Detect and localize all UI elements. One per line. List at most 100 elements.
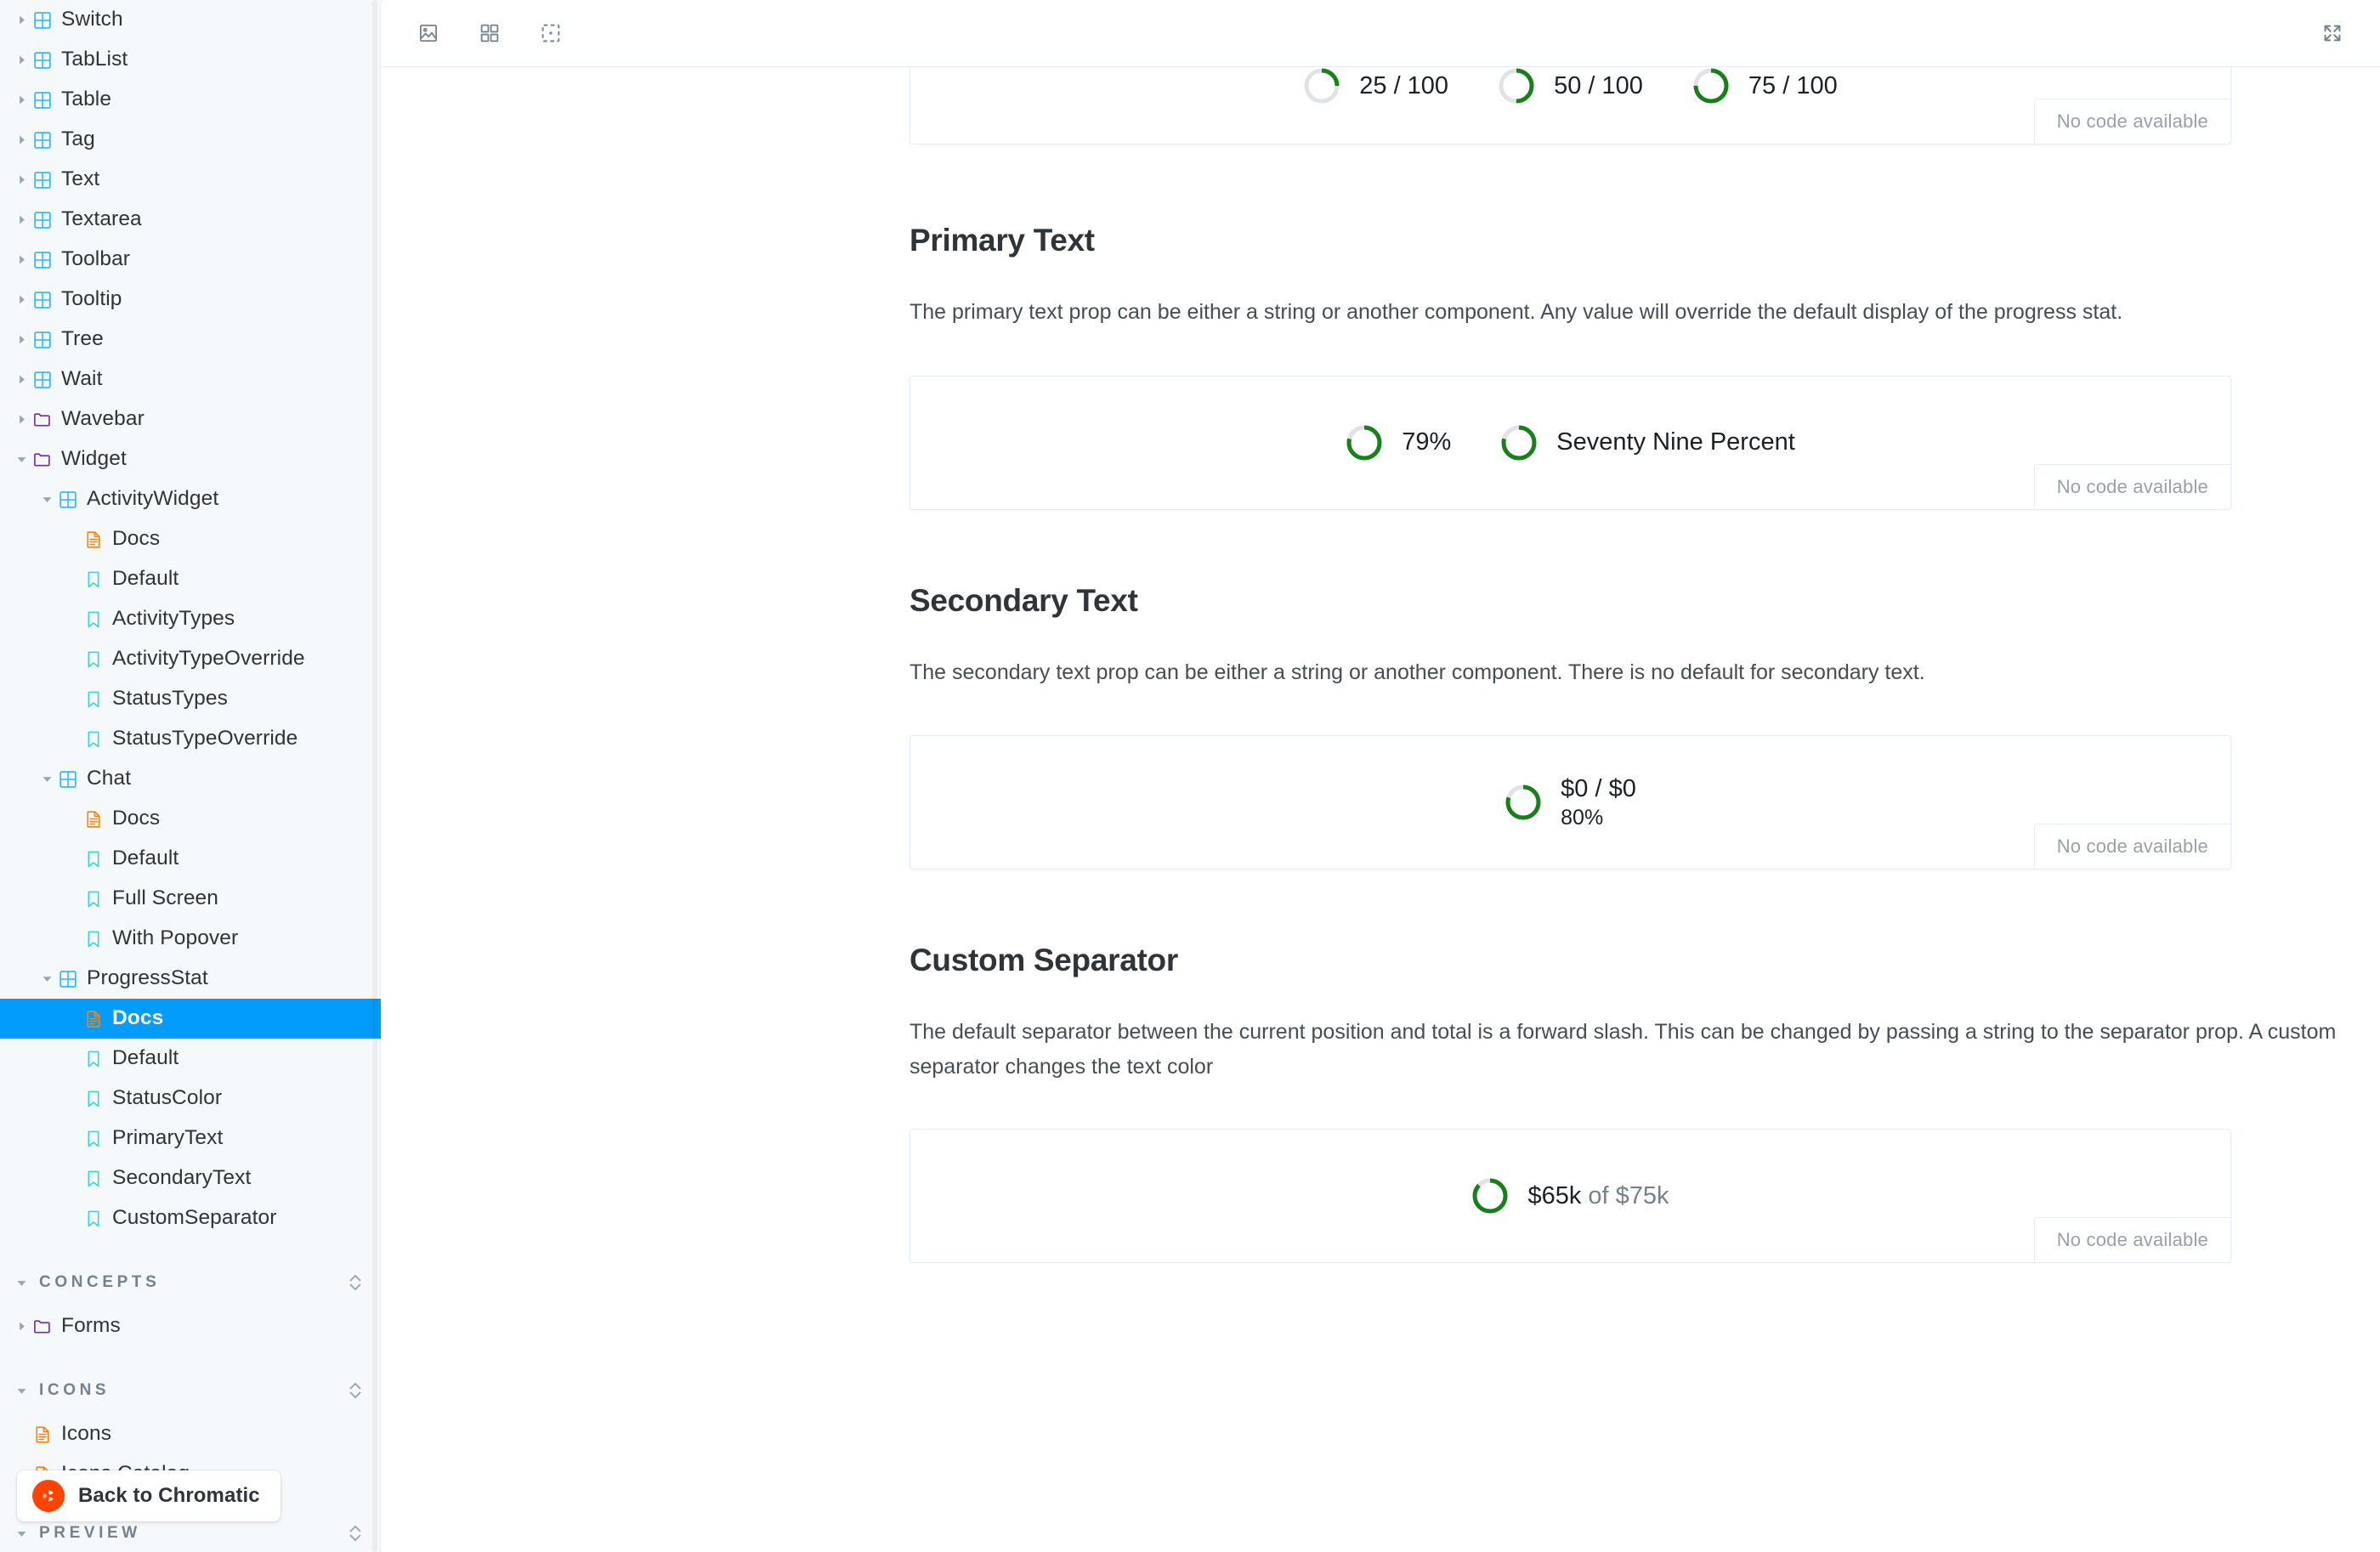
chevron-down-icon[interactable] (36, 973, 58, 984)
sidebar-item-progressstat[interactable]: ProgressStat (0, 959, 381, 999)
sidebar-item-secondarytext[interactable]: SecondaryText (0, 1158, 381, 1198)
progress-stat-text: 25 / 100 (1359, 71, 1448, 101)
progress-ring (1304, 68, 1340, 104)
chevron-right-icon[interactable] (10, 414, 32, 425)
sidebar-item-default[interactable]: Default (0, 1039, 381, 1079)
preview-card: 25 / 100 50 / 100 75 / 100 No code availa… (910, 67, 2231, 144)
chevron-right-icon[interactable] (10, 294, 32, 305)
expand-collapse-icon[interactable] (347, 1522, 364, 1544)
chevron-right-icon[interactable] (10, 374, 32, 385)
sidebar-item-default[interactable]: Default (0, 839, 381, 879)
sidebar-item-statustypes[interactable]: StatusTypes (0, 679, 381, 719)
chevron-right-icon[interactable] (10, 334, 32, 345)
sidebar-item-switch[interactable]: Switch (0, 0, 381, 40)
sidebar-item-full-screen[interactable]: Full Screen (0, 879, 381, 919)
component-icon (32, 370, 61, 390)
sidebar-item-primarytext[interactable]: PrimaryText (0, 1119, 381, 1158)
back-to-chromatic-label: Back to Chromatic (78, 1484, 260, 1507)
progress-stat: 50 / 100 (1498, 67, 1643, 105)
story-icon (83, 849, 112, 869)
back-to-chromatic-button[interactable]: Back to Chromatic (17, 1470, 280, 1521)
section-description: The secondary text prop can be either a … (910, 660, 1925, 684)
chevron-right-icon[interactable] (10, 54, 32, 65)
sidebar-item-docs[interactable]: Docs (0, 999, 381, 1039)
docs-icon (83, 809, 112, 830)
sidebar-item-chat[interactable]: Chat (0, 759, 381, 799)
chevron-down-icon[interactable] (10, 454, 32, 465)
sidebar-item-tooltip[interactable]: Tooltip (0, 280, 381, 320)
sidebar-item-wavebar[interactable]: Wavebar (0, 399, 381, 439)
sidebar-scrollbar[interactable] (372, 0, 377, 1552)
progress-stat: Seventy Nine Percent (1500, 424, 1795, 462)
component-icon (32, 130, 61, 150)
sidebar-item-label: Wavebar (61, 407, 144, 431)
sidebar-item-default[interactable]: Default (0, 559, 381, 599)
chevron-right-icon[interactable] (10, 174, 32, 185)
sidebar-item-wait[interactable]: Wait (0, 360, 381, 399)
chevron-down-icon[interactable] (36, 494, 58, 505)
sidebar-section-icons[interactable]: ICONS (0, 1367, 381, 1414)
chevron-right-icon[interactable] (10, 214, 32, 225)
progress-stat-text: 75 / 100 (1748, 71, 1838, 101)
chevron-right-icon[interactable] (10, 1321, 32, 1332)
sidebar-item-with-popover[interactable]: With Popover (0, 919, 381, 959)
sidebar-item-text[interactable]: Text (0, 160, 381, 200)
chevron-right-icon[interactable] (10, 254, 32, 265)
sidebar-item-table[interactable]: Table (0, 80, 381, 120)
image-snapshot-icon[interactable] (405, 10, 452, 56)
expand-collapse-icon[interactable] (347, 1379, 364, 1402)
sidebar-item-tablist[interactable]: TabList (0, 40, 381, 80)
grid-icon[interactable] (466, 10, 513, 56)
expand-fullscreen-icon[interactable] (2309, 10, 2356, 56)
chevron-down-icon[interactable] (10, 1528, 32, 1539)
chevron-right-icon[interactable] (10, 94, 32, 105)
progress-stat-primary-value: Seventy Nine Percent (1556, 428, 1795, 456)
no-code-available-badge: No code available (2033, 463, 2231, 510)
expand-collapse-icon[interactable] (347, 1272, 364, 1294)
sidebar-item-label: Chat (87, 767, 132, 790)
toolbar-left-group (405, 10, 575, 56)
story-icon (83, 1209, 112, 1229)
sidebar-item-label: ActivityWidget (87, 487, 219, 511)
story-icon (83, 1049, 112, 1069)
progress-stat-text: 50 / 100 (1554, 71, 1643, 101)
preview-card: 79% Seventy Nine Percent No code availabl… (910, 375, 2231, 510)
sidebar-item-widget[interactable]: Widget (0, 439, 381, 479)
story-icon (83, 889, 112, 909)
story-icon (83, 569, 112, 590)
section-title: Custom Separator (910, 943, 1178, 977)
docs-content: 25 / 100 50 / 100 75 / 100 No code availa… (381, 67, 2380, 1263)
sidebar-item-docs[interactable]: Docs (0, 799, 381, 839)
sidebar-item-tree[interactable]: Tree (0, 320, 381, 360)
component-icon (32, 290, 61, 310)
sidebar-item-tag[interactable]: Tag (0, 120, 381, 160)
sidebar-item-label: Docs (112, 527, 161, 551)
chevron-right-icon[interactable] (10, 14, 32, 25)
progress-ring (1472, 1178, 1508, 1214)
sidebar-item-forms[interactable]: Forms (0, 1306, 381, 1346)
sidebar-item-docs[interactable]: Docs (0, 519, 381, 559)
outline-icon[interactable] (527, 10, 575, 56)
sidebar-item-label: With Popover (112, 926, 239, 950)
progress-ring (1505, 784, 1541, 820)
progress-stat-text: $0 / $0 80% (1561, 773, 1636, 832)
sidebar-item-label: StatusTypeOverride (112, 727, 298, 751)
story-icon (83, 1089, 112, 1109)
sidebar-item-textarea[interactable]: Textarea (0, 200, 381, 240)
docs-scroll-area[interactable]: 25 / 100 50 / 100 75 / 100 No code availa… (381, 67, 2380, 1552)
sidebar-item-label: Tree (61, 327, 104, 351)
sidebar-item-activitytypes[interactable]: ActivityTypes (0, 599, 381, 639)
sidebar-item-statustypeoverride[interactable]: StatusTypeOverride (0, 719, 381, 759)
chevron-down-icon[interactable] (36, 773, 58, 784)
sidebar-item-activitywidget[interactable]: ActivityWidget (0, 479, 381, 519)
chevron-down-icon[interactable] (10, 1277, 32, 1289)
chevron-right-icon[interactable] (10, 134, 32, 145)
sidebar-item-icons[interactable]: Icons (0, 1414, 381, 1454)
chevron-down-icon[interactable] (10, 1385, 32, 1396)
sidebar-item-activitytypeoverride[interactable]: ActivityTypeOverride (0, 639, 381, 679)
sidebar-item-customseparator[interactable]: CustomSeparator (0, 1198, 381, 1238)
progress-stat-group: $65k of $75k (1471, 1177, 1669, 1215)
sidebar-section-concepts[interactable]: CONCEPTS (0, 1259, 381, 1306)
sidebar-item-statuscolor[interactable]: StatusColor (0, 1079, 381, 1119)
sidebar-item-toolbar[interactable]: Toolbar (0, 240, 381, 280)
